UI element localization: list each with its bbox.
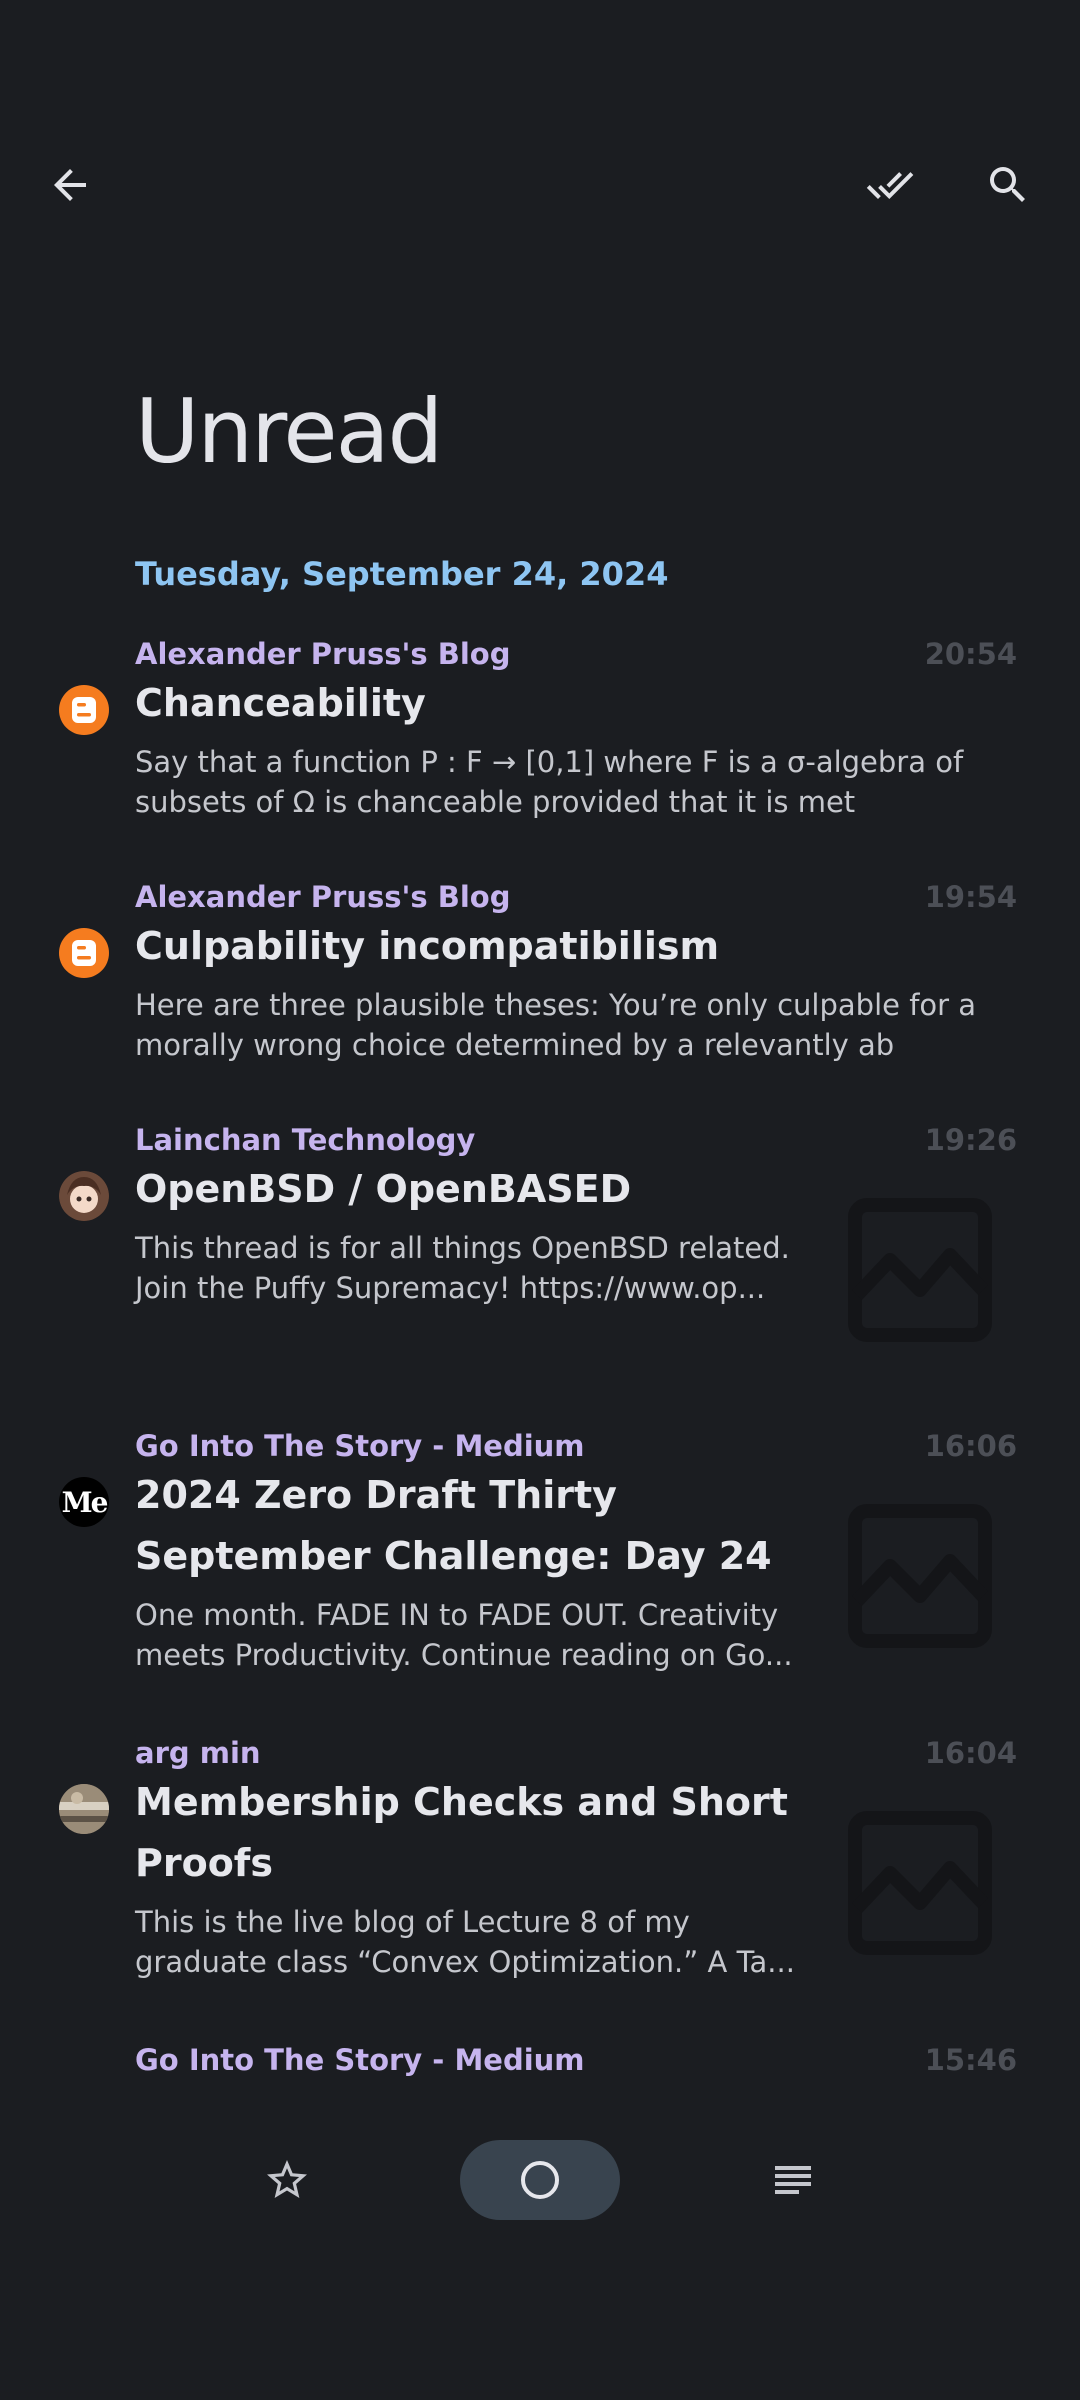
feed-name: Lainchan Technology (135, 1123, 476, 1157)
unread-screen: Unread Tuesday, September 24, 2024 Alexa… (0, 0, 1080, 2400)
snippet-line: graduate class “Convex Optimization.” A … (135, 1945, 795, 1979)
article-item[interactable]: arg min 16:04 Membership Checks and Shor… (0, 1736, 1080, 1979)
search-button[interactable] (963, 140, 1053, 230)
snippet-line: Join the Puffy Supremacy! https://www.op… (135, 1271, 766, 1305)
arrow-left-icon (54, 169, 86, 201)
article-item[interactable]: Lainchan Technology 19:26 OpenBSD / Open… (0, 1123, 1080, 1363)
article-snippet: This thread is for all things OpenBSD re… (135, 1228, 790, 1308)
back-button[interactable] (25, 140, 115, 230)
photo-avatar-icon (59, 1784, 109, 1834)
feed-name: arg min (135, 1736, 261, 1770)
mark-all-read-button[interactable] (845, 140, 935, 230)
image-placeholder-icon (845, 1195, 995, 1345)
list-icon (775, 2166, 811, 2194)
article-snippet: One month. FADE IN to FADE OUT. Creativi… (135, 1595, 793, 1675)
nav-unread-button[interactable] (460, 2140, 620, 2220)
article-time: 20:54 (924, 637, 1017, 671)
article-snippet: Say that a function P : F → [0,1] where … (135, 742, 963, 822)
article-title-line: Culpability incompatibilism (135, 924, 720, 968)
feed-name: Go Into The Story - Medium (135, 1429, 585, 1463)
article-title: Chanceability (135, 673, 426, 734)
article-snippet: Here are three plausible theses: You’re … (135, 985, 976, 1065)
article-time: 15:46 (924, 2043, 1017, 2077)
snippet-line: One month. FADE IN to FADE OUT. Creativi… (135, 1598, 779, 1632)
date-header: Tuesday, September 24, 2024 (135, 555, 669, 593)
article-snippet: This is the live blog of Lecture 8 of my… (135, 1902, 795, 1982)
snippet-line: subsets of Ω is chanceable provided that… (135, 785, 856, 819)
nav-starred-button[interactable] (247, 2140, 327, 2220)
snippet-line: meets Productivity. Continue reading on … (135, 1638, 793, 1672)
article-title-line: OpenBSD / OpenBASED (135, 1167, 632, 1211)
image-placeholder-icon (845, 1501, 995, 1651)
article-title-line: Chanceability (135, 681, 426, 725)
page-title: Unread (135, 380, 443, 483)
article-time: 16:06 (924, 1429, 1017, 1463)
article-item[interactable]: Go Into The Story - Medium 16:06 Me 2024… (0, 1429, 1080, 1672)
star-icon (267, 2160, 307, 2198)
article-time: 19:54 (924, 880, 1017, 914)
bottom-navigation (0, 2140, 1080, 2220)
double-check-icon (866, 172, 914, 199)
feed-name: Alexander Pruss's Blog (135, 637, 511, 671)
medium-icon-text: Me (61, 1485, 109, 1519)
anime-avatar-icon (59, 1171, 109, 1221)
article-title: Membership Checks and Short Proofs (135, 1772, 788, 1894)
snippet-line: morally wrong choice determined by a rel… (135, 1028, 895, 1062)
article-title-line: Proofs (135, 1841, 273, 1885)
article-item[interactable]: Alexander Pruss's Blog 20:54 Chanceabili… (0, 637, 1080, 827)
search-icon (990, 167, 1025, 202)
feed-name: Alexander Pruss's Blog (135, 880, 511, 914)
article-title: 2024 Zero Draft Thirty September Challen… (135, 1465, 772, 1587)
snippet-line: This thread is for all things OpenBSD re… (135, 1231, 790, 1265)
nav-all-button[interactable] (753, 2140, 833, 2220)
article-title: Culpability incompatibilism (135, 916, 719, 977)
article-item[interactable]: Alexander Pruss's Blog 19:54 Culpability… (0, 880, 1080, 1070)
article-item[interactable]: Go Into The Story - Medium 15:46 (0, 2043, 1080, 2093)
blogger-icon (59, 928, 109, 978)
article-time: 16:04 (924, 1736, 1017, 1770)
blogger-icon (59, 685, 109, 735)
article-title-line: September Challenge: Day 24 (135, 1534, 772, 1578)
article-title-line: 2024 Zero Draft Thirty (135, 1473, 617, 1517)
medium-icon: Me (59, 1477, 109, 1527)
snippet-line: Say that a function P : F → [0,1] where … (135, 745, 964, 779)
top-app-bar (0, 140, 1080, 230)
article-title-line: Membership Checks and Short (135, 1780, 788, 1824)
article-time: 19:26 (924, 1123, 1017, 1157)
article-title: OpenBSD / OpenBASED (135, 1159, 631, 1220)
image-placeholder-icon (845, 1808, 995, 1958)
snippet-line: Here are three plausible theses: You’re … (135, 988, 977, 1022)
feed-name: Go Into The Story - Medium (135, 2043, 585, 2077)
snippet-line: This is the live blog of Lecture 8 of my (135, 1905, 690, 1939)
circle-icon (521, 2161, 559, 2199)
